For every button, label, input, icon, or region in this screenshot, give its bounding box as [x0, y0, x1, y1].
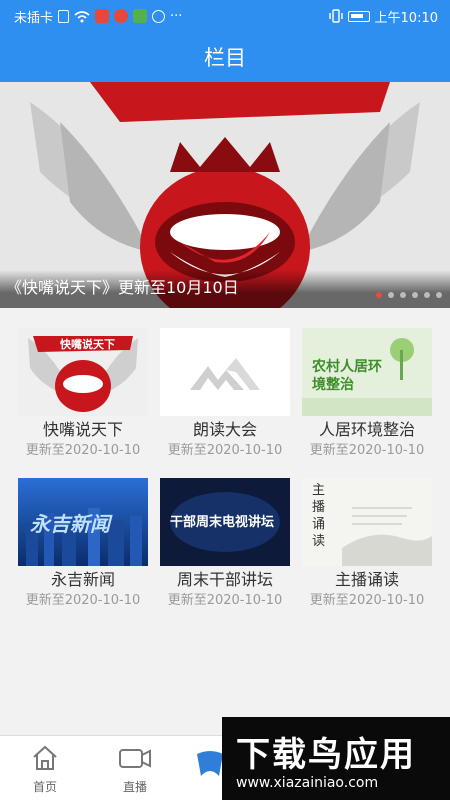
video-camera-icon	[119, 749, 151, 768]
carousel-indicator	[376, 292, 442, 298]
program-title: 主播诵读	[334, 570, 399, 589]
program-thumbnail: 主播诵读	[302, 478, 432, 566]
sim-icon	[58, 9, 70, 23]
nav-home[interactable]: 首页	[15, 744, 75, 795]
program-title: 人居环境整治	[318, 420, 415, 439]
battery-icon	[347, 10, 370, 22]
carousel-dot[interactable]	[424, 292, 430, 298]
title-bar: 栏目	[0, 32, 450, 82]
vibrate-icon	[328, 9, 343, 23]
clock: 上午10:10	[374, 10, 438, 26]
thumbnail-caption: 快嘴说天下	[60, 338, 115, 351]
app-notification-icon	[114, 9, 129, 23]
app-notification-icon	[95, 9, 110, 23]
program-thumbnail	[160, 328, 290, 416]
program-updated: 更新至2020-10-10	[25, 443, 141, 458]
program-thumbnail: 快嘴说天下	[18, 328, 148, 416]
more-notifications: ···	[170, 8, 183, 24]
nav-home-label: 首页	[32, 780, 57, 794]
nav-center-button[interactable]	[195, 748, 225, 782]
program-title: 永吉新闻	[50, 570, 115, 589]
thumbnail-caption: 主播诵读	[312, 483, 326, 549]
program-updated: 更新至2020-10-10	[167, 443, 283, 458]
program-card[interactable]: 永吉新闻 永吉新闻 更新至2020-10-10	[18, 478, 148, 623]
carrier-text: 未插卡	[14, 10, 54, 26]
watermark-banner: 下载鸟应用 www.xiazainiao.com	[222, 717, 450, 800]
carousel-dot[interactable]	[412, 292, 418, 298]
status-bar: 未插卡 ··· 上午10:10	[0, 0, 450, 32]
carousel-dot[interactable]	[400, 292, 406, 298]
app-logo-icon	[197, 751, 223, 776]
nav-live[interactable]: 直播	[105, 744, 165, 795]
program-updated: 更新至2020-10-10	[309, 443, 425, 458]
carousel-dot[interactable]	[388, 292, 394, 298]
placeholder-logo-icon	[160, 328, 290, 416]
watermark-url: www.xiazainiao.com	[236, 775, 379, 791]
program-thumbnail: 农村人居环境整治	[302, 328, 432, 416]
page-title: 栏目	[204, 46, 246, 70]
banner-caption: 《快嘴说天下》更新至10月10日	[0, 270, 450, 308]
thumbnail-caption: 永吉新闻	[30, 512, 110, 536]
wifi-icon	[74, 10, 90, 22]
thumbnail-caption: 农村人居环境整治	[312, 359, 382, 393]
program-card[interactable]: 主播诵读 主播诵读 更新至2020-10-10	[302, 478, 432, 623]
program-card[interactable]: 快嘴说天下 快嘴说天下 更新至2020-10-10	[18, 328, 148, 473]
carousel-dot[interactable]	[436, 292, 442, 298]
program-updated: 更新至2020-10-10	[167, 593, 283, 608]
banner-caption-text: 《快嘴说天下》更新至10月10日	[6, 278, 239, 297]
banner-carousel[interactable]: 《快嘴说天下》更新至10月10日	[0, 82, 450, 308]
program-title: 快嘴说天下	[42, 420, 123, 439]
program-card[interactable]: 农村人居环境整治 人居环境整治 更新至2020-10-10	[302, 328, 432, 473]
thumbnail-caption: 干部周末电视讲坛	[170, 515, 275, 530]
program-thumbnail: 干部周末电视讲坛	[160, 478, 290, 566]
program-thumbnail: 永吉新闻	[18, 478, 148, 566]
nav-live-label: 直播	[122, 780, 147, 794]
program-card[interactable]: 干部周末电视讲坛 周末干部讲坛 更新至2020-10-10	[160, 478, 290, 623]
program-title: 周末干部讲坛	[176, 570, 273, 589]
app-notification-icon	[133, 9, 148, 23]
home-icon	[33, 745, 57, 770]
browser-icon	[152, 9, 166, 23]
program-updated: 更新至2020-10-10	[309, 593, 425, 608]
watermark-title: 下载鸟应用	[236, 735, 416, 775]
carousel-dot[interactable]	[376, 292, 382, 298]
program-title: 朗读大会	[192, 420, 257, 439]
program-card[interactable]: 朗读大会 更新至2020-10-10	[160, 328, 290, 473]
program-updated: 更新至2020-10-10	[25, 593, 141, 608]
program-grid: 快嘴说天下 快嘴说天下 更新至2020-10-10 朗读大会 更新至2020-1…	[0, 318, 450, 618]
